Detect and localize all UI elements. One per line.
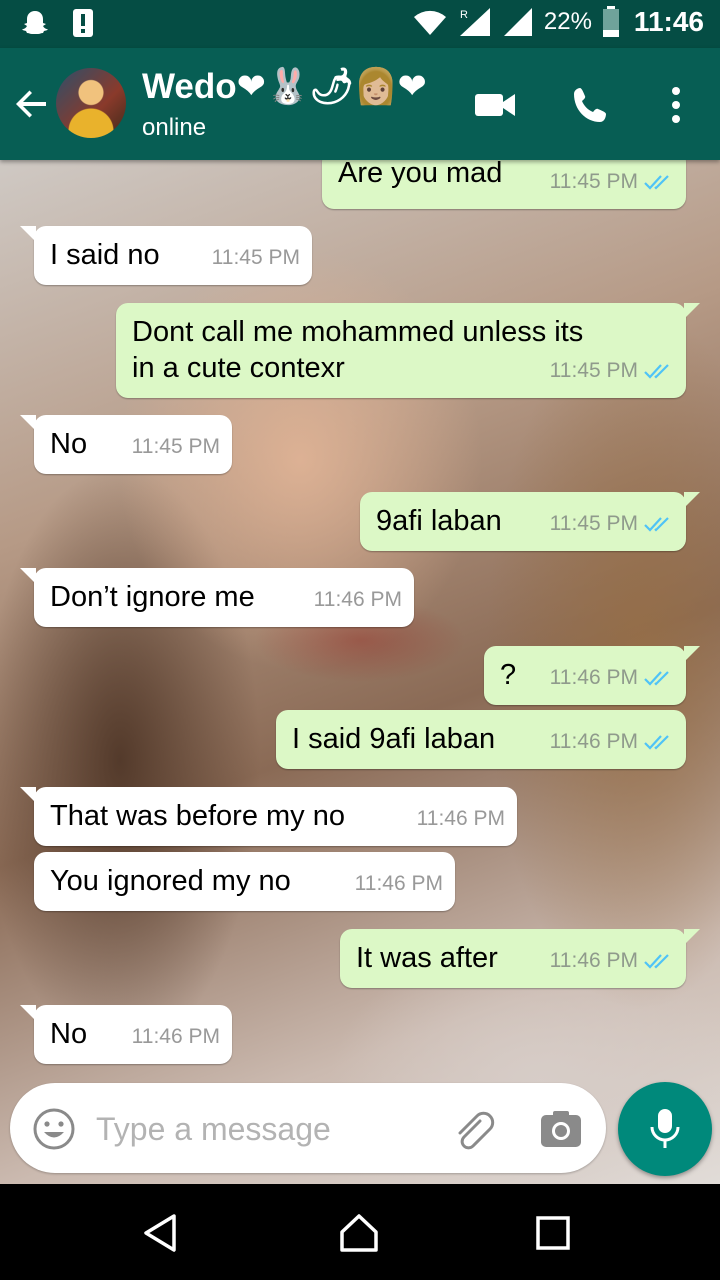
message-time: 11:45 PM xyxy=(549,512,638,535)
read-ticks-icon xyxy=(644,364,669,379)
nav-home-icon[interactable] xyxy=(338,1212,380,1254)
message-time: 11:45 PM xyxy=(131,435,220,458)
message-text: You ignored my no xyxy=(50,865,291,897)
clock: 11:46 xyxy=(633,6,704,37)
message-time: 11:45 PM xyxy=(549,170,638,193)
read-ticks-icon xyxy=(644,175,669,190)
signal-icon-2 xyxy=(503,8,532,36)
message-meta: 11:46 PM xyxy=(550,942,674,980)
message-time: 11:45 PM xyxy=(549,359,638,382)
nav-recent-icon[interactable] xyxy=(532,1212,574,1254)
message-outgoing[interactable]: Dont call me mohammed unless its in a cu… xyxy=(116,303,700,398)
snapchat-ghost-icon xyxy=(22,11,48,34)
signal-icon: R xyxy=(459,8,490,36)
message-time: 11:46 PM xyxy=(549,730,638,753)
message-outgoing[interactable]: ? 11:46 PM xyxy=(484,646,700,705)
message-text: No xyxy=(50,428,88,460)
contact-status: online xyxy=(142,114,207,141)
message-text: Are you mad xyxy=(338,160,503,189)
message-text-line2: in a cute contexr xyxy=(132,352,345,384)
message-time: 11:46 PM xyxy=(416,807,505,830)
emoji-icon[interactable] xyxy=(32,1107,76,1151)
attach-icon[interactable] xyxy=(450,1107,496,1153)
message-time: 11:46 PM xyxy=(549,949,638,972)
message-meta: 11:46 PM xyxy=(550,723,674,761)
message-text: 9afi laban xyxy=(376,505,502,537)
message-outgoing[interactable]: It was after 11:46 PM xyxy=(340,929,700,988)
message-outgoing[interactable]: Are you mad 11:45 PM xyxy=(322,160,686,209)
contact-name[interactable]: Wedo❤🐰🌶👩🏼❤ xyxy=(142,66,427,107)
battery-icon xyxy=(602,6,619,37)
read-ticks-icon xyxy=(644,954,669,969)
message-text: It was after xyxy=(356,942,498,974)
message-time: 11:46 PM xyxy=(131,1025,220,1048)
message-meta: 11:45 PM xyxy=(550,352,674,390)
message-incoming[interactable]: I said no 11:45 PM xyxy=(20,226,312,285)
message-text: That was before my no xyxy=(50,800,345,832)
message-incoming[interactable]: That was before my no 11:46 PM xyxy=(20,787,517,846)
more-vert-icon[interactable] xyxy=(654,82,698,128)
message-text: No xyxy=(50,1018,88,1050)
message-meta: 11:46 PM xyxy=(550,659,674,697)
message-meta: 11:45 PM xyxy=(550,505,674,543)
message-incoming[interactable]: You ignored my no 11:46 PM xyxy=(34,852,455,911)
camera-icon[interactable] xyxy=(538,1107,584,1153)
read-ticks-icon xyxy=(644,735,669,750)
nav-back-icon[interactable] xyxy=(140,1212,182,1254)
back-arrow-icon[interactable] xyxy=(12,84,52,124)
mic-button[interactable] xyxy=(618,1082,712,1176)
message-text: Don’t ignore me xyxy=(50,581,255,613)
read-ticks-icon xyxy=(644,671,669,686)
wifi-icon xyxy=(413,10,446,35)
message-composer xyxy=(10,1083,606,1173)
message-text: I said no xyxy=(50,239,160,271)
system-nav-bar xyxy=(0,1184,720,1280)
read-ticks-icon xyxy=(644,517,669,532)
video-call-icon[interactable] xyxy=(472,82,518,128)
status-bar: R 22% 11:46 xyxy=(0,0,720,48)
message-time: 11:46 PM xyxy=(313,588,402,611)
message-meta: 11:45 PM xyxy=(550,163,674,201)
chat-background: Are you mad 11:45 PM I said no 11:45 PM … xyxy=(0,160,720,1184)
mic-icon xyxy=(650,1109,680,1148)
message-text: Dont call me mohammed unless its xyxy=(132,316,584,348)
message-time: 11:45 PM xyxy=(211,246,300,269)
message-text: ? xyxy=(500,659,517,691)
avatar[interactable] xyxy=(56,68,126,138)
phone-icon[interactable] xyxy=(568,82,614,128)
message-text: I said 9afi laban xyxy=(292,723,496,755)
message-incoming[interactable]: No 11:46 PM xyxy=(20,1005,232,1064)
message-input[interactable] xyxy=(96,1107,396,1151)
message-incoming[interactable]: Don’t ignore me 11:46 PM xyxy=(20,568,414,627)
message-outgoing[interactable]: I said 9afi laban 11:46 PM xyxy=(276,710,686,769)
battery-percent: 22% xyxy=(543,8,592,35)
message-time: 11:46 PM xyxy=(549,666,638,689)
message-time: 11:46 PM xyxy=(354,872,443,895)
svg-text:R: R xyxy=(460,9,468,21)
message-outgoing[interactable]: 9afi laban 11:45 PM xyxy=(360,492,700,551)
alert-icon xyxy=(73,9,93,37)
chat-header: Wedo❤🐰🌶👩🏼❤ online xyxy=(0,48,720,160)
message-incoming[interactable]: No 11:45 PM xyxy=(20,415,232,474)
